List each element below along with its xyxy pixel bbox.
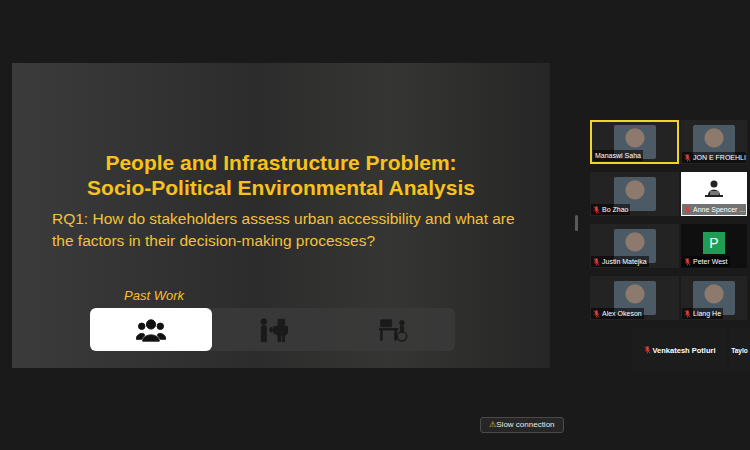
muted-mic-icon xyxy=(593,258,600,266)
step-box xyxy=(212,308,334,351)
step-box xyxy=(333,308,455,351)
gallery-row: Venkatesh Potluri Taylo xyxy=(590,328,750,372)
participant-name: Anne Spencer ... xyxy=(682,204,746,215)
participant-tile[interactable]: Alex Okeson xyxy=(590,276,679,320)
split-handle[interactable] xyxy=(575,215,578,231)
participant-name: Peter West xyxy=(682,256,730,267)
muted-mic-icon xyxy=(644,346,651,354)
participant-name: Bo Zhao xyxy=(591,204,630,215)
muted-mic-icon xyxy=(593,310,600,318)
participant-name: Justin Matejka xyxy=(591,256,649,267)
warning-icon: ⚠ xyxy=(489,420,496,430)
gallery-row: Justin Matejka P Peter West xyxy=(590,224,750,268)
participant-name: JON E FROEHLI xyxy=(682,152,746,163)
participant-name: Taylo xyxy=(731,345,748,356)
gallery-row: Manaswi Saha JON E FROEHLI xyxy=(590,120,750,164)
avatar-letter: P xyxy=(703,232,725,254)
participant-tile[interactable]: Taylo xyxy=(729,328,750,372)
step-bar xyxy=(90,308,455,351)
participant-gallery: Manaswi Saha JON E FROEHLI Bo Zhao Anne Spe… xyxy=(590,0,750,450)
participant-tile[interactable]: Venkatesh Potluri xyxy=(632,328,727,372)
human-robot-icon xyxy=(258,317,288,343)
muted-mic-icon xyxy=(684,154,691,162)
participant-name: Venkatesh Potluri xyxy=(642,345,718,356)
gallery-row: Alex Okeson Liang He xyxy=(590,276,750,320)
participant-name: Alex Okeson xyxy=(591,308,644,319)
muted-mic-icon xyxy=(593,206,600,214)
muted-mic-icon xyxy=(684,206,691,214)
participant-name: Manaswi Saha xyxy=(593,150,643,161)
gallery-row: Bo Zhao Anne Spencer ... xyxy=(590,172,750,216)
muted-mic-icon xyxy=(684,258,691,266)
muted-mic-icon xyxy=(684,310,691,318)
share-area: People and Infrastructure Problem:Socio-… xyxy=(0,0,564,450)
participant-tile[interactable]: JON E FROEHLI xyxy=(681,120,747,164)
slide-title: People and Infrastructure Problem:Socio-… xyxy=(32,150,530,200)
participant-tile[interactable]: Justin Matejka xyxy=(590,224,679,268)
step-box xyxy=(90,308,212,351)
section-label: Past Work xyxy=(90,288,218,304)
accessible-desk-icon xyxy=(379,317,409,343)
meeting-window: People and Infrastructure Problem:Socio-… xyxy=(0,0,750,450)
participant-tile[interactable]: Bo Zhao xyxy=(590,172,679,216)
shared-slide: People and Infrastructure Problem:Socio-… xyxy=(12,63,550,368)
people-icon xyxy=(136,317,166,343)
slow-connection-badge[interactable]: ⚠Slow connection xyxy=(480,417,563,433)
participant-tile[interactable]: P Peter West xyxy=(681,224,747,268)
slide-question: RQ1: How do stakeholders assess urban ac… xyxy=(52,208,530,252)
participant-tile[interactable]: Manaswi Saha xyxy=(590,120,679,164)
person-at-laptop-icon xyxy=(702,179,726,203)
participant-tile[interactable]: Anne Spencer ... xyxy=(681,172,747,216)
participant-name: Liang He xyxy=(682,308,723,319)
participant-tile[interactable]: Liang He xyxy=(681,276,747,320)
